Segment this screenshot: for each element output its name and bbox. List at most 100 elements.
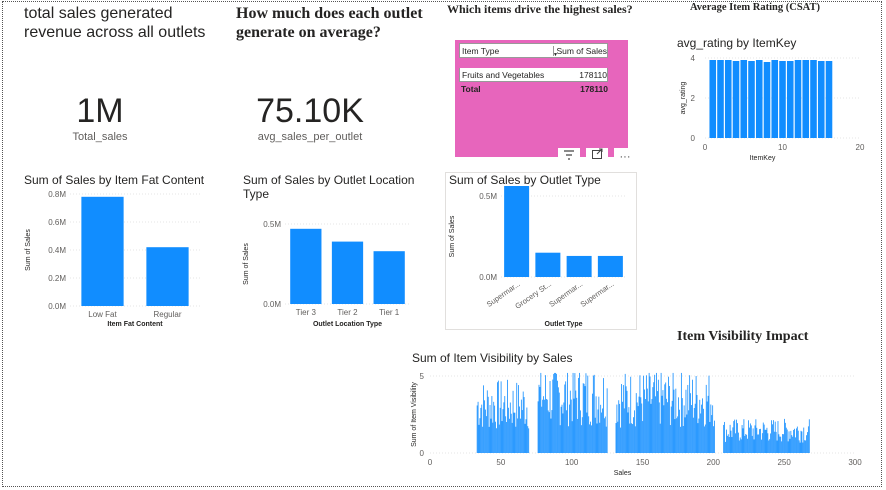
bar	[658, 402, 660, 453]
bar	[801, 431, 803, 453]
bar	[514, 412, 516, 453]
bar	[686, 414, 688, 453]
x-tick-label: Regular	[153, 310, 181, 319]
bar	[763, 62, 771, 138]
bar	[476, 405, 478, 453]
bar	[656, 372, 657, 453]
bar	[657, 391, 658, 453]
bar	[549, 381, 551, 453]
x-tick-label: 100	[565, 458, 579, 467]
bar	[552, 379, 554, 453]
bar	[569, 390, 571, 453]
bar	[523, 397, 525, 453]
bar	[687, 384, 689, 453]
bar	[792, 436, 794, 453]
bar	[766, 427, 768, 453]
table-row[interactable]: Fruits and Vegetables 178110	[459, 68, 608, 82]
bar	[638, 396, 640, 453]
bar	[481, 404, 483, 453]
bar	[566, 410, 568, 453]
bar	[603, 418, 605, 453]
bar	[781, 441, 783, 453]
bar	[753, 439, 755, 453]
bar	[729, 424, 731, 453]
bar	[817, 61, 825, 138]
bar	[761, 439, 762, 453]
bar	[724, 60, 732, 138]
bar	[497, 382, 498, 453]
focus-mode-icon[interactable]	[586, 148, 608, 166]
bar	[487, 396, 489, 453]
kpi-value: 1M	[76, 92, 124, 130]
bar	[714, 420, 715, 453]
bar	[570, 399, 572, 453]
x-tick-label: Low Fat	[88, 310, 117, 319]
kpi-label: avg_sales_per_outlet	[257, 131, 363, 143]
outlet-type-chart[interactable]: 0.0M0.5MSupermar...Grocery St...Supermar…	[446, 186, 636, 331]
avg-outlet-question: How much does each outlet generate on av…	[236, 5, 423, 41]
bar	[680, 426, 681, 453]
bar	[748, 61, 755, 138]
bar	[749, 423, 751, 453]
bar	[479, 418, 481, 453]
bar	[512, 390, 514, 453]
bar	[808, 419, 810, 453]
bar	[732, 427, 734, 453]
bar	[785, 427, 787, 453]
column-header-sum-of-sales[interactable]: Sum of Sales ▼	[553, 45, 607, 58]
bar	[701, 404, 703, 453]
bar	[599, 422, 601, 453]
bar	[705, 384, 707, 453]
bar	[732, 61, 740, 138]
bar	[629, 423, 631, 453]
bar	[703, 408, 704, 453]
location-type-chart[interactable]: 0.0M 0.5M Tier 3 Tier 2 Tier 1 Outlet Locatio…	[240, 200, 430, 335]
bar	[582, 383, 584, 453]
bar	[502, 409, 504, 453]
bar	[477, 401, 479, 453]
bar	[746, 434, 748, 453]
bar	[616, 404, 618, 453]
chart-title-outlet-type: Sum of Sales by Outlet Type	[449, 173, 601, 187]
x-tick-label: Tier 3	[296, 308, 317, 317]
avg-rating-chart[interactable]: 0 2 4 0 10 20 ItemKey avg_rating	[660, 48, 880, 168]
bar	[506, 422, 508, 453]
visibility-chart[interactable]: 050 50 100 150 200 250 300SalesSum of Item Vis…	[408, 364, 868, 478]
item-type-table[interactable]: Item Type Sum of Sales ▼ Fruits and Veget…	[459, 43, 608, 95]
y-tick-label: 0.8M	[48, 190, 66, 199]
x-tick-label: 20	[856, 143, 865, 152]
kpi-card-total-sales[interactable]: 1M Total_sales	[40, 92, 160, 143]
bar	[496, 428, 497, 453]
item-type-table-visual[interactable]: Item Type Sum of Sales ▼ Fruits and Veget…	[455, 40, 628, 157]
more-options-icon[interactable]: ···	[614, 148, 636, 166]
fat-content-chart[interactable]: 0.0M 0.2M 0.4M 0.6M 0.8M Low Fat Regular Item F…	[20, 186, 220, 336]
bar	[761, 433, 763, 453]
bar	[622, 385, 624, 453]
bar	[591, 425, 592, 453]
bar	[580, 410, 581, 453]
bar	[657, 379, 659, 453]
x-axis-label: Outlet Location Type	[313, 321, 382, 328]
filter-icon[interactable]	[558, 148, 580, 166]
bar	[692, 417, 694, 453]
bar	[676, 418, 678, 453]
bar	[771, 420, 772, 453]
bar	[734, 419, 736, 453]
bar	[802, 60, 810, 138]
bar	[659, 423, 661, 453]
bar	[684, 417, 686, 453]
bar	[707, 395, 709, 453]
bar	[641, 403, 643, 453]
bar	[698, 418, 700, 453]
kpi-card-avg-sales[interactable]: 75.10K avg_sales_per_outlet	[240, 92, 380, 143]
bar	[615, 423, 617, 453]
bar	[774, 421, 776, 453]
bar	[786, 429, 788, 453]
bar	[724, 421, 725, 453]
bar	[760, 428, 761, 453]
bar	[655, 396, 656, 453]
bar	[559, 425, 561, 453]
bar	[482, 426, 484, 453]
bar	[762, 422, 764, 453]
column-header-item-type[interactable]: Item Type	[460, 46, 553, 56]
